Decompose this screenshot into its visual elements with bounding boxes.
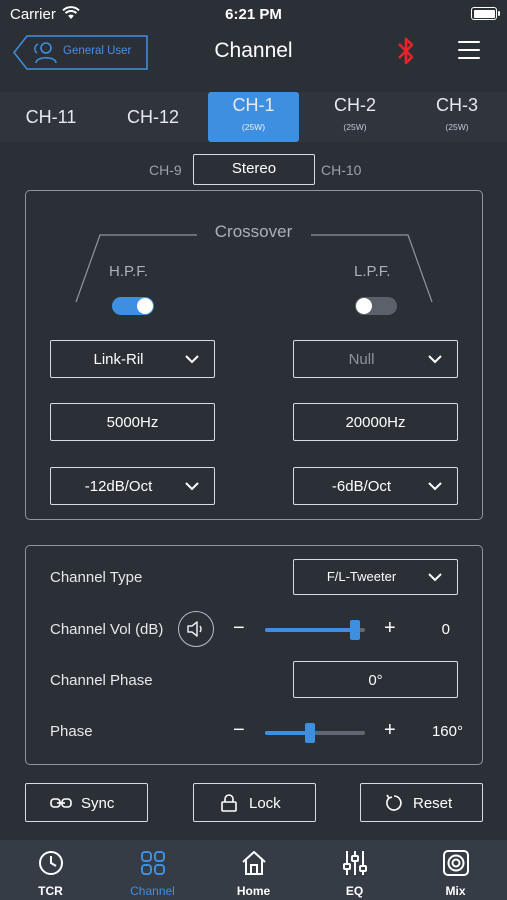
- mute-button[interactable]: [178, 611, 214, 647]
- tab-label: TCR: [38, 884, 63, 898]
- lpf-type-dropdown[interactable]: Null: [293, 340, 458, 378]
- hpf-slope-dropdown[interactable]: -12dB/Oct: [50, 467, 215, 505]
- phase-value: 160°: [431, 723, 463, 740]
- tab-label: Home: [236, 884, 271, 898]
- channel-type-label: Channel Type: [50, 569, 143, 586]
- home-icon: [242, 851, 266, 875]
- crossover-title: Crossover: [214, 222, 293, 241]
- lock-button[interactable]: Lock: [193, 783, 316, 822]
- chevron-down-icon: [428, 482, 442, 491]
- phase-decrease-button[interactable]: −: [233, 719, 245, 742]
- channel-phase-label: Channel Phase: [50, 672, 153, 689]
- slider-thumb[interactable]: [305, 723, 315, 743]
- tab-eq[interactable]: EQ: [304, 840, 405, 900]
- lpf-slope-value: -6dB/Oct: [331, 478, 392, 495]
- tab-channel[interactable]: Channel: [102, 840, 203, 900]
- hpf-type-value: Link-Ril: [93, 351, 144, 368]
- hpf-label: H.P.F.: [109, 263, 148, 280]
- lpf-type-value: Null: [348, 351, 375, 368]
- lpf-slope-dropdown[interactable]: -6dB/Oct: [293, 467, 458, 505]
- vol-decrease-button[interactable]: −: [233, 617, 245, 640]
- slider-thumb[interactable]: [350, 620, 360, 640]
- reset-label: Reset: [413, 795, 453, 812]
- speaker-icon: [443, 850, 469, 876]
- chevron-down-icon: [428, 355, 442, 364]
- tab-label: Mix: [445, 884, 466, 898]
- reset-icon: [386, 794, 402, 811]
- hpf-type-dropdown[interactable]: Link-Ril: [50, 340, 215, 378]
- lock-label: Lock: [249, 795, 281, 812]
- hpf-toggle[interactable]: [112, 297, 154, 315]
- chevron-down-icon: [185, 355, 199, 364]
- chevron-down-icon: [185, 482, 199, 491]
- lpf-frequency-field[interactable]: 20000Hz: [293, 403, 458, 441]
- tab-label: EQ: [345, 884, 364, 898]
- equalizer-icon: [343, 851, 367, 875]
- lpf-label: L.P.F.: [354, 263, 391, 280]
- tab-label: Channel: [130, 884, 175, 898]
- channel-vol-label: Channel Vol (dB): [50, 621, 164, 638]
- slider-fill: [265, 628, 355, 632]
- tab-mix[interactable]: Mix: [405, 840, 506, 900]
- slider-fill: [265, 731, 310, 735]
- speaker-icon: [187, 621, 202, 637]
- channel-phase-value: 0°: [368, 672, 383, 689]
- hpf-frequency-field[interactable]: 5000Hz: [50, 403, 215, 441]
- hpf-slope-value: -12dB/Oct: [84, 478, 153, 495]
- chevron-down-icon: [428, 573, 442, 582]
- crossover-bracket: [75, 234, 433, 303]
- channel-type-dropdown[interactable]: F/L-Tweeter: [293, 559, 458, 595]
- channel-type-value: F/L-Tweeter: [326, 569, 397, 584]
- hpf-frequency-value: 5000Hz: [106, 414, 159, 431]
- channel-vol-slider[interactable]: [265, 620, 365, 640]
- channel-phase-field[interactable]: 0°: [293, 661, 458, 698]
- sync-button[interactable]: Sync: [25, 783, 148, 822]
- tab-home[interactable]: Home: [203, 840, 304, 900]
- grid-icon: [141, 851, 165, 875]
- phase-label: Phase: [50, 723, 93, 740]
- lpf-frequency-value: 20000Hz: [345, 414, 406, 431]
- phase-increase-button[interactable]: +: [384, 719, 396, 742]
- sync-label: Sync: [81, 795, 115, 812]
- bottom-tab-bar: TCR Channel Home EQ Mix: [0, 840, 507, 900]
- channel-vol-value: 0: [441, 621, 450, 638]
- lock-icon: [221, 794, 237, 812]
- phase-slider[interactable]: [265, 723, 365, 743]
- tab-tcr[interactable]: TCR: [0, 840, 101, 900]
- vol-increase-button[interactable]: +: [384, 617, 396, 640]
- clock-icon: [39, 851, 63, 875]
- link-icon: [50, 798, 72, 808]
- lpf-toggle[interactable]: [355, 297, 397, 315]
- reset-button[interactable]: Reset: [360, 783, 483, 822]
